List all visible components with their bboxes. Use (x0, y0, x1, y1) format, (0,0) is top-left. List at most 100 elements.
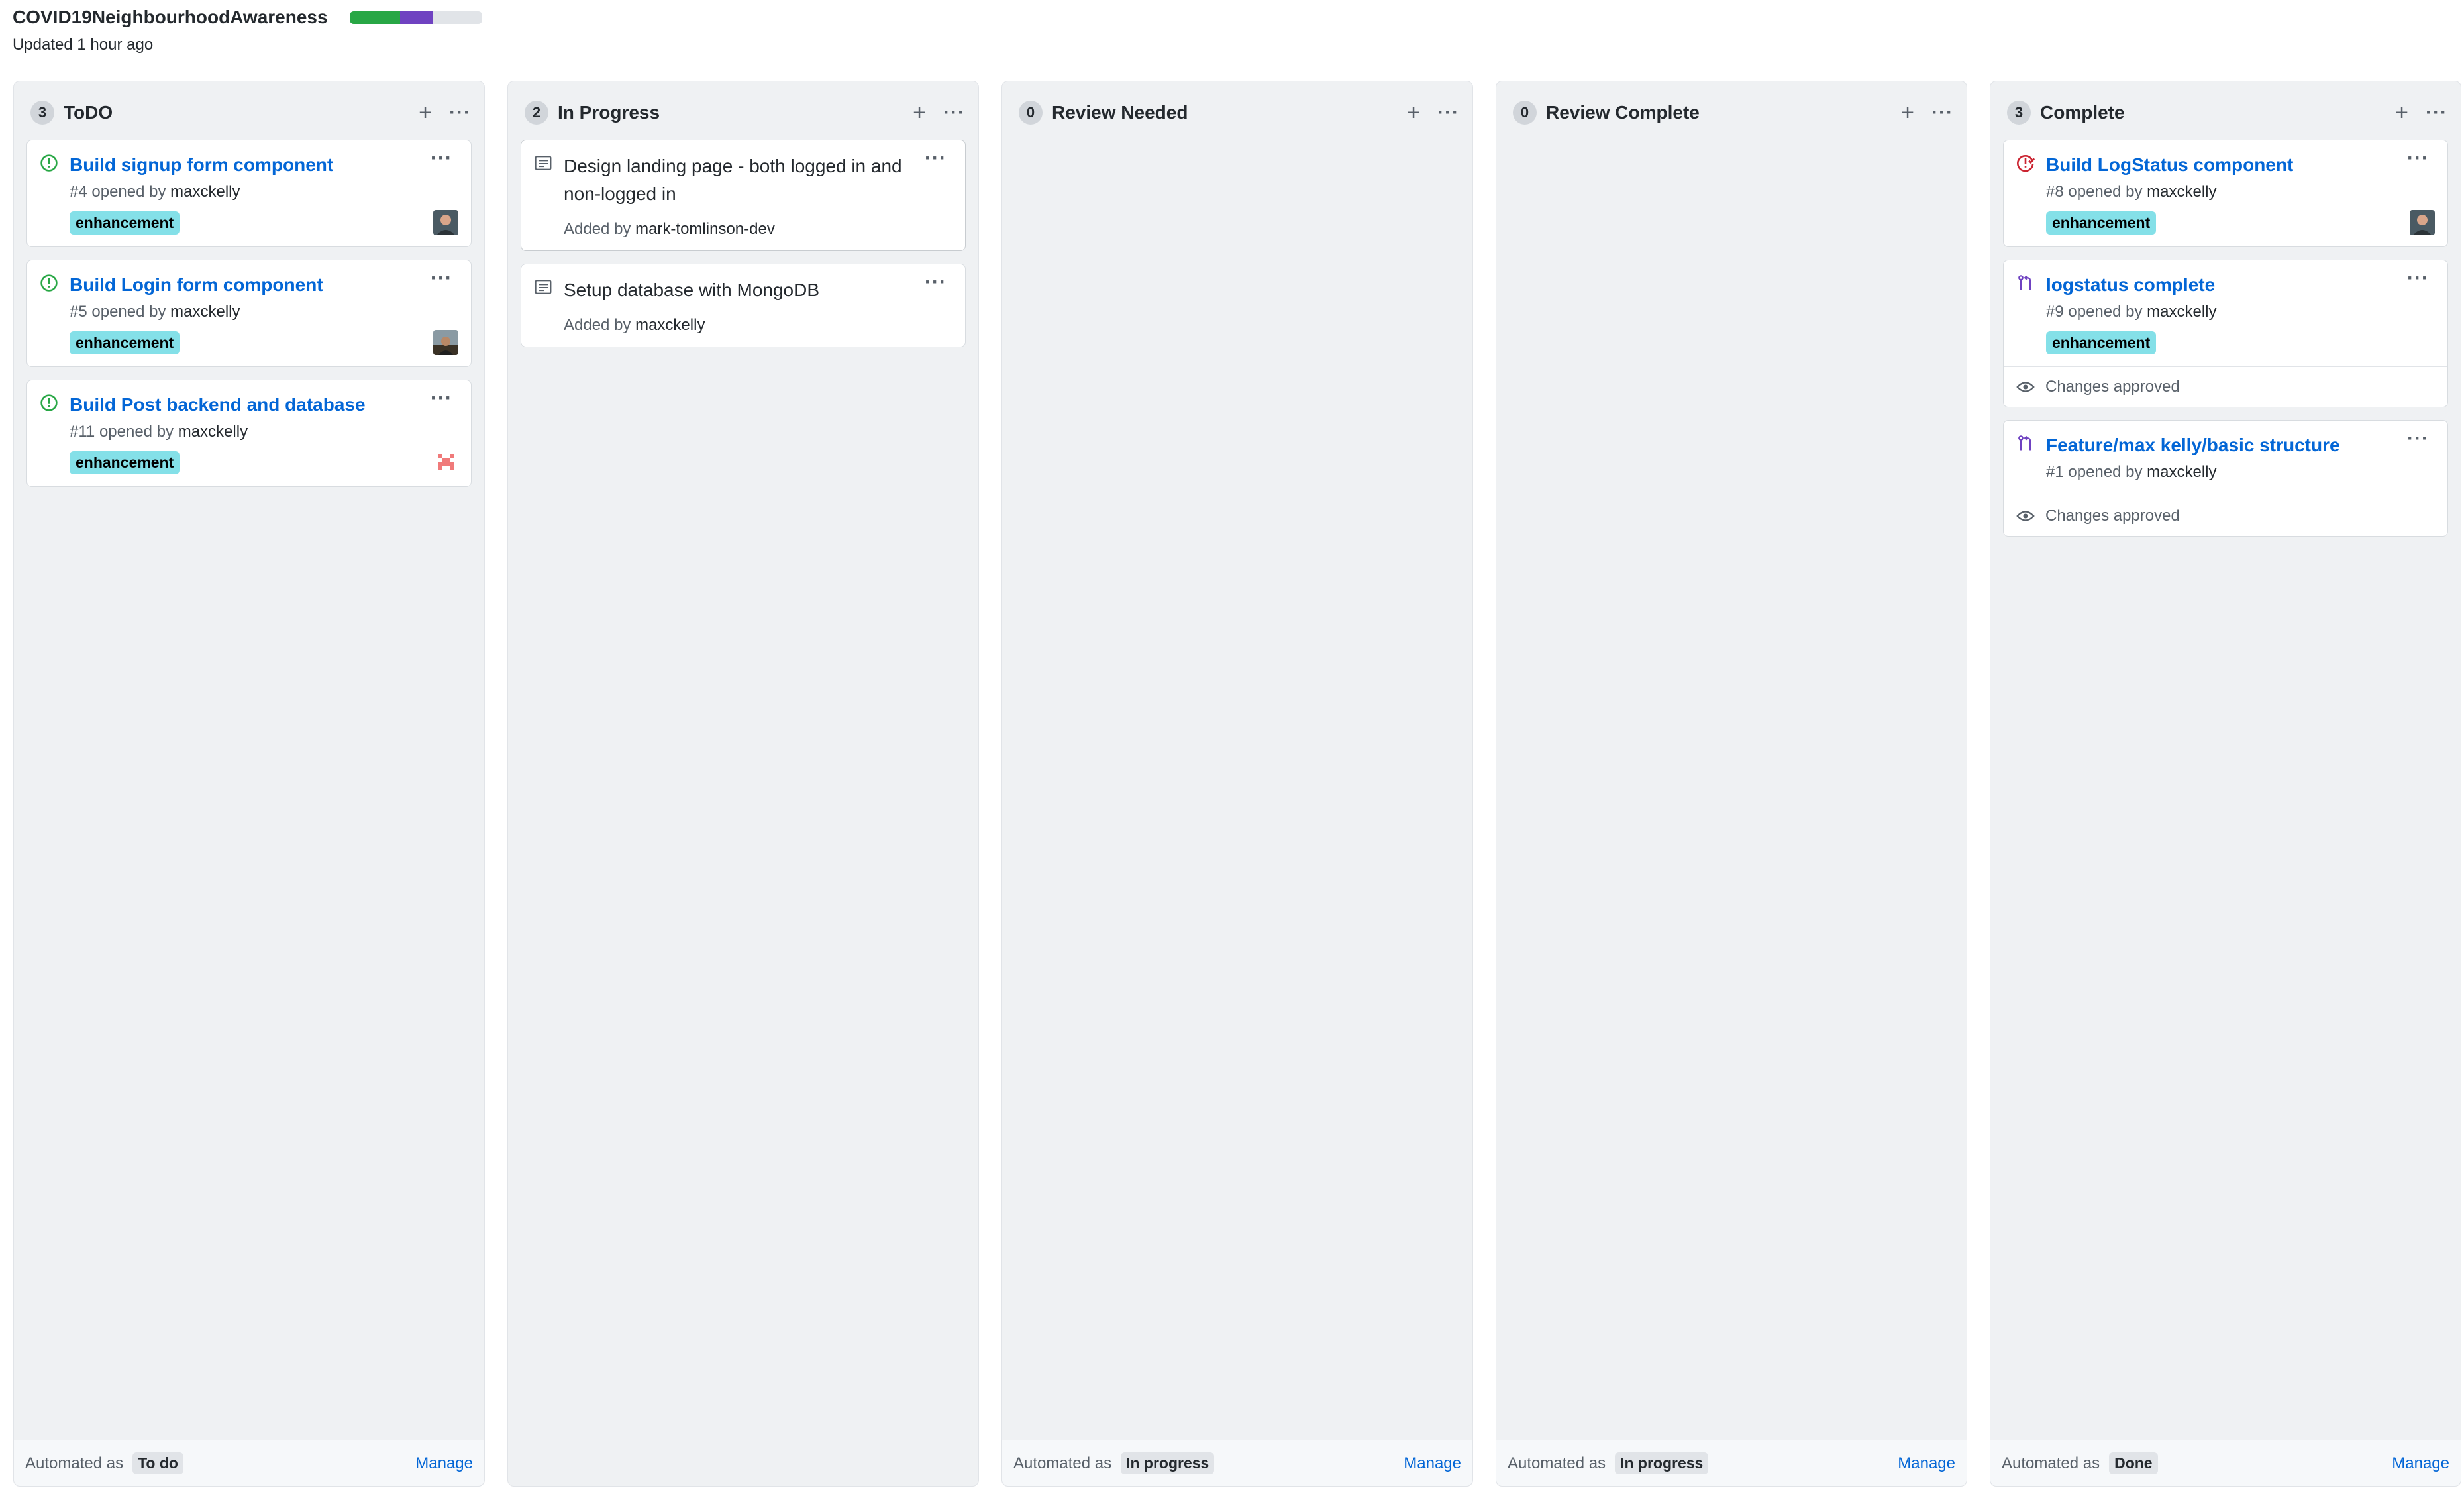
column-footer: Automated as To do Manage (14, 1440, 484, 1486)
add-card-icon[interactable]: + (1901, 101, 1914, 124)
label-enhancement[interactable]: enhancement (70, 451, 180, 474)
issue-number: #5 (70, 303, 87, 321)
author-link[interactable]: maxckelly (170, 303, 240, 321)
column-menu-icon[interactable]: ··· (1931, 103, 1953, 123)
column-title: Review Needed (1052, 102, 1188, 123)
column-complete: 3 Complete + ··· ··· Build LogStatus com… (1990, 81, 2461, 1487)
issue-meta: #11 opened by maxckelly (70, 421, 458, 443)
automation-preset-badge: Done (2109, 1452, 2158, 1474)
column-in-progress: 2 In Progress + ··· ··· Design landing p… (507, 81, 979, 1487)
card-menu-icon[interactable]: ··· (2407, 267, 2429, 290)
progress-segment-in-progress (399, 11, 433, 24)
automated-as-label: Automated as (1508, 1454, 1606, 1472)
note-icon (534, 154, 552, 172)
card-menu-icon[interactable]: ··· (431, 387, 452, 409)
eye-icon (2016, 380, 2035, 394)
label-enhancement[interactable]: enhancement (2046, 211, 2157, 235)
label-enhancement[interactable]: enhancement (70, 331, 180, 354)
opened-by-text: opened by (2068, 463, 2143, 481)
column-card-count: 2 (525, 101, 548, 125)
opened-by-text: opened by (99, 423, 174, 441)
issue-meta: #8 opened by maxckelly (2046, 181, 2434, 203)
review-status-text: Changes approved (2045, 378, 2180, 396)
pr-number: #1 (2046, 463, 2064, 481)
column-todo: 3 ToDO + ··· ··· Build signup form compo… (13, 81, 485, 1487)
automated-as-label: Automated as (25, 1454, 124, 1472)
issue-card[interactable]: ··· Build LogStatus component #8 opened … (2003, 140, 2448, 247)
column-menu-icon[interactable]: ··· (1437, 103, 1459, 123)
label-enhancement[interactable]: enhancement (2046, 331, 2157, 354)
note-meta: Added by maxckelly (564, 316, 952, 335)
avatar[interactable] (433, 210, 458, 235)
author-link[interactable]: maxckelly (2147, 303, 2216, 321)
author-link[interactable]: maxckelly (170, 183, 240, 201)
column-menu-icon[interactable]: ··· (943, 103, 965, 123)
manage-automation-link[interactable]: Manage (1404, 1454, 1461, 1473)
add-card-icon[interactable]: + (419, 101, 432, 124)
note-card[interactable]: ··· Setup database with MongoDB Added by… (521, 264, 966, 347)
issue-title-link[interactable]: Build LogStatus component (2046, 152, 2394, 178)
note-text: Design landing page - both logged in and… (564, 156, 902, 204)
added-by-text: Added by (564, 316, 631, 334)
column-review-needed: 0 Review Needed + ··· Automated as In pr… (1001, 81, 1473, 1487)
author-link[interactable]: maxckelly (2147, 183, 2216, 201)
column-card-count: 3 (2007, 101, 2031, 125)
note-card[interactable]: ··· Design landing page - both logged in… (521, 140, 966, 251)
review-status-text: Changes approved (2045, 507, 2180, 525)
issue-title-link[interactable]: Build Login form component (70, 272, 418, 297)
opened-by-text: opened by (2068, 183, 2143, 201)
opened-by-text: opened by (91, 183, 166, 201)
board-header: COVID19NeighbourhoodAwareness Updated 1 … (13, 4, 482, 54)
add-card-icon[interactable]: + (1407, 101, 1420, 124)
manage-automation-link[interactable]: Manage (2392, 1454, 2449, 1473)
pull-request-card[interactable]: ··· logstatus complete #9 opened by maxc… (2003, 260, 2448, 407)
automated-as-label: Automated as (2002, 1454, 2100, 1472)
pull-request-card[interactable]: ··· Feature/max kelly/basic structure #1… (2003, 420, 2448, 537)
card-menu-icon[interactable]: ··· (925, 271, 947, 294)
column-footer: Automated as In progress Manage (1002, 1440, 1472, 1486)
add-card-icon[interactable]: + (913, 101, 926, 124)
issue-card[interactable]: ··· Build Post backend and database #11 … (26, 380, 472, 487)
avatar[interactable] (433, 450, 458, 475)
board-title[interactable]: COVID19NeighbourhoodAwareness (13, 7, 328, 28)
card-menu-icon[interactable]: ··· (925, 147, 947, 170)
column-footer: Automated as Done Manage (1990, 1440, 2461, 1486)
card-menu-icon[interactable]: ··· (431, 267, 452, 290)
add-card-icon[interactable]: + (2395, 101, 2408, 124)
author-link[interactable]: mark-tomlinson-dev (635, 220, 775, 238)
column-menu-icon[interactable]: ··· (449, 103, 471, 123)
manage-automation-link[interactable]: Manage (1898, 1454, 1955, 1473)
issue-number: #8 (2046, 183, 2064, 201)
issue-opened-icon (40, 274, 58, 292)
card-menu-icon[interactable]: ··· (431, 147, 452, 170)
review-status: Changes approved (2004, 366, 2447, 407)
manage-automation-link[interactable]: Manage (415, 1454, 473, 1473)
author-link[interactable]: maxckelly (178, 423, 248, 441)
issue-card[interactable]: ··· Build Login form component #5 opened… (26, 260, 472, 367)
avatar[interactable] (2410, 210, 2435, 235)
automation-preset-badge: To do (132, 1452, 183, 1474)
issue-card[interactable]: ··· Build signup form component #4 opene… (26, 140, 472, 247)
card-menu-icon[interactable]: ··· (2407, 427, 2429, 450)
updated-timestamp: Updated 1 hour ago (13, 36, 154, 54)
progress-segment-done (349, 11, 400, 24)
opened-by-text: opened by (91, 303, 166, 321)
author-link[interactable]: maxckelly (2147, 463, 2216, 481)
pr-title-link[interactable]: logstatus complete (2046, 272, 2394, 297)
column-menu-icon[interactable]: ··· (2426, 103, 2447, 123)
column-title: ToDO (64, 102, 113, 123)
pr-meta: #1 opened by maxckelly (2046, 461, 2434, 484)
pr-title-link[interactable]: Feature/max kelly/basic structure (2046, 433, 2394, 458)
author-link[interactable]: maxckelly (635, 316, 705, 334)
issue-title-link[interactable]: Build Post backend and database (70, 392, 418, 417)
automation-preset-badge: In progress (1121, 1452, 1215, 1474)
review-status: Changes approved (2004, 496, 2447, 536)
column-card-count: 0 (1513, 101, 1537, 125)
automated-as-label: Automated as (1013, 1454, 1112, 1472)
label-enhancement[interactable]: enhancement (70, 211, 180, 235)
issue-title-link[interactable]: Build signup form component (70, 152, 418, 178)
eye-icon (2016, 510, 2035, 523)
pull-request-icon (2016, 434, 2035, 453)
avatar[interactable] (433, 330, 458, 355)
card-menu-icon[interactable]: ··· (2407, 147, 2429, 170)
